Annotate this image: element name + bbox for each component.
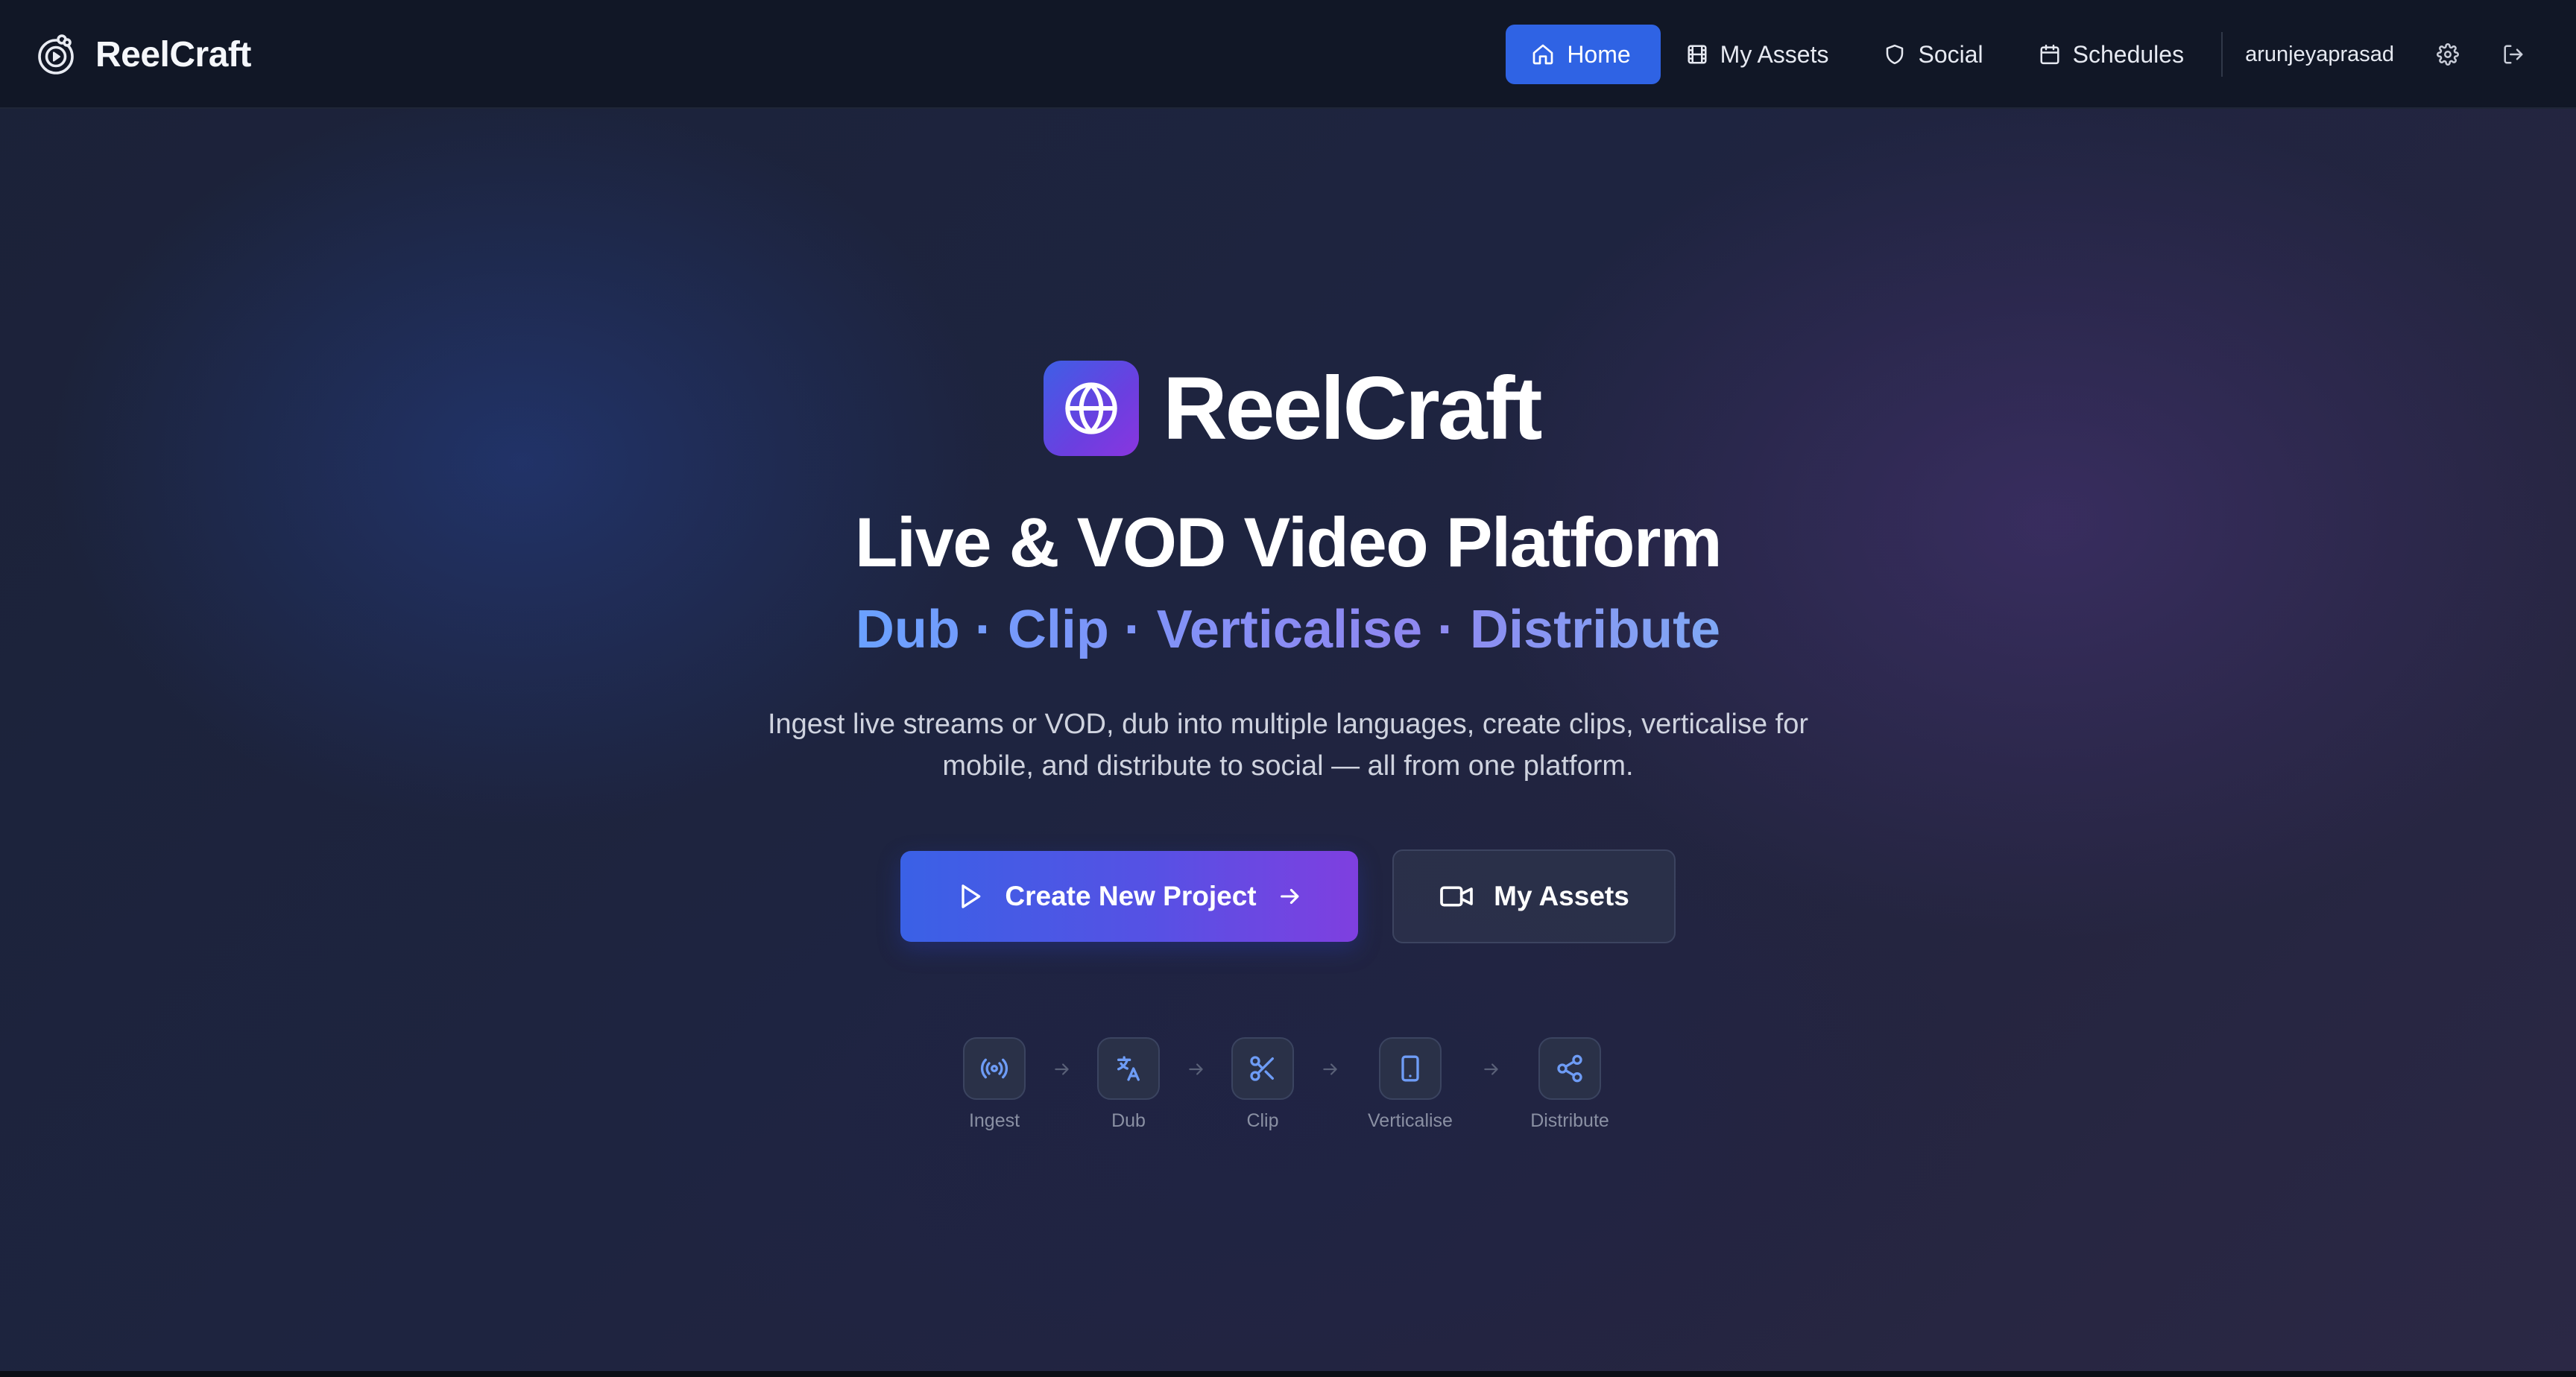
reelcraft-logo-icon: [33, 31, 79, 77]
nav-item-label: Schedules: [2072, 40, 2185, 68]
nav-item-home[interactable]: Home: [1506, 25, 1661, 84]
tagline-text: Dub · Clip · Verticalise · Distribute: [855, 600, 1721, 659]
hero-description: Ingest live streams or VOD, dub into mul…: [767, 709, 1809, 782]
step-icon-box: [963, 1037, 1026, 1100]
top-navbar: ReelCraft Home My Assets Social Schedule…: [0, 0, 2576, 109]
nav-item-social[interactable]: Social: [1858, 25, 2012, 84]
pipeline-step-verticalise: Verticalise: [1366, 1037, 1455, 1132]
hero-title: ReelCraft: [1163, 358, 1542, 458]
my-assets-button[interactable]: My Assets: [1392, 849, 1676, 943]
nav-item-label: My Assets: [1720, 40, 1829, 68]
nav-links: Home My Assets Social Schedules arunjeya…: [1506, 25, 2531, 84]
film-icon: [1688, 45, 1707, 64]
pipeline-step-clip: Clip: [1231, 1037, 1294, 1132]
calendar-icon: [2040, 44, 2059, 65]
gear-icon: [2437, 43, 2459, 66]
play-icon: [962, 884, 981, 908]
logout-button[interactable]: [2496, 37, 2531, 72]
create-new-project-button[interactable]: Create New Project: [900, 851, 1358, 942]
headline: Live & VOD Video Platform: [854, 503, 1723, 581]
settings-button[interactable]: [2430, 37, 2466, 72]
step-icon-box: [1231, 1037, 1294, 1100]
nav-item-label: Home: [1567, 40, 1631, 68]
arrow-right-icon: [1319, 1058, 1342, 1080]
button-label: My Assets: [1494, 881, 1629, 911]
video-camera-icon: [1440, 886, 1473, 907]
app-window: ReelCraft Home My Assets Social Schedule…: [0, 0, 2576, 1377]
home-icon: [1532, 44, 1553, 65]
globe-icon: [1065, 382, 1117, 434]
nav-item-label: Social: [1918, 40, 1983, 68]
pipeline-step-ingest: Ingest: [963, 1037, 1026, 1132]
username[interactable]: arunjeyaprasad: [2245, 42, 2394, 67]
arrow-right-icon: [1280, 888, 1299, 905]
hero-logo: [1044, 361, 1139, 456]
arrow-right-icon: [1051, 1058, 1073, 1080]
pipeline-step-distribute: Distribute: [1525, 1037, 1614, 1132]
share-icon: [1557, 1054, 1582, 1083]
shield-icon: [1887, 44, 1904, 65]
step-label: Clip: [1246, 1110, 1279, 1131]
pipeline-step-dub: Dub: [1097, 1037, 1160, 1132]
step-icon-box: [1097, 1037, 1160, 1100]
nav-divider: [2221, 32, 2223, 77]
nav-item-schedules[interactable]: Schedules: [2013, 25, 2214, 84]
step-label: Ingest: [968, 1110, 1020, 1131]
button-label: Create New Project: [1005, 881, 1257, 911]
step-icon-box: [1379, 1037, 1442, 1100]
logout-icon: [2504, 45, 2523, 64]
step-label: Dub: [1111, 1110, 1146, 1131]
nav-item-my-assets[interactable]: My Assets: [1661, 25, 1859, 84]
scissors-icon: [1250, 1056, 1274, 1081]
step-icon-box: [1538, 1037, 1601, 1100]
smartphone-icon: [1401, 1055, 1419, 1082]
translate-icon: [1117, 1056, 1140, 1081]
step-label: Verticalise: [1368, 1110, 1453, 1131]
arrow-right-icon: [1185, 1058, 1208, 1080]
step-label: Distribute: [1530, 1110, 1609, 1131]
broadcast-icon: [980, 1058, 1008, 1079]
brand[interactable]: ReelCraft: [33, 28, 251, 80]
tagline: Dub · Clip · Verticalise · Distribute: [0, 596, 2576, 663]
arrow-right-icon: [1480, 1058, 1503, 1080]
brand-name: ReelCraft: [95, 34, 251, 75]
